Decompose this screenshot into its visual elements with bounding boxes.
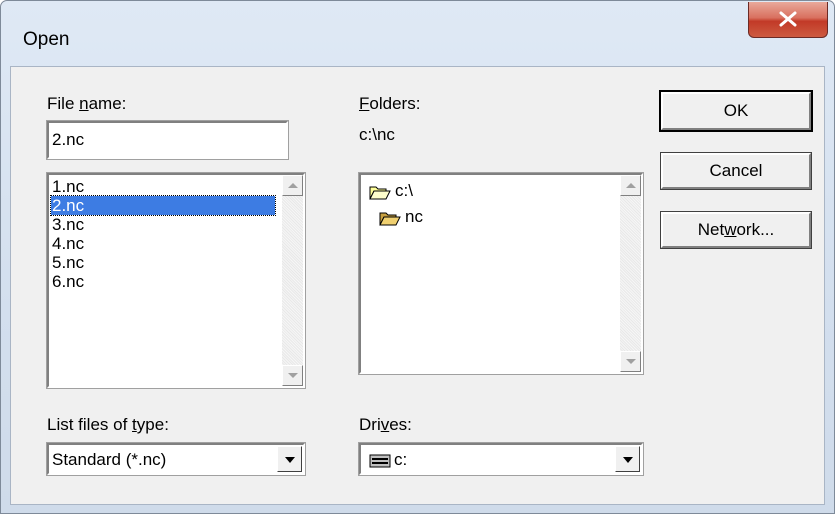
scroll-up-button[interactable] <box>620 175 641 196</box>
chevron-down-icon <box>623 457 633 463</box>
drive-dropdown-button[interactable] <box>615 446 640 472</box>
folder-item-root[interactable]: c:\ <box>369 180 413 202</box>
folder-tree[interactable]: c:\ nc <box>358 172 644 375</box>
drive-icon <box>369 454 391 468</box>
arrow-down-icon <box>288 373 298 378</box>
drive-select[interactable]: c: <box>358 442 644 476</box>
file-name-input[interactable] <box>52 130 277 150</box>
file-type-select[interactable]: Standard (*.nc) <box>46 442 306 476</box>
list-item[interactable]: 4.nc <box>51 234 84 253</box>
list-item[interactable]: 5.nc <box>51 253 84 272</box>
arrow-up-icon <box>288 183 298 188</box>
folder-tree-scrollbar[interactable] <box>620 175 641 372</box>
drive-value: c: <box>369 450 407 470</box>
list-item[interactable]: 6.nc <box>51 272 84 291</box>
file-type-dropdown-button[interactable] <box>277 446 302 472</box>
dialog-client-area: File name: Folders: c:\nc 1.nc2.nc3.nc4.… <box>10 66 825 505</box>
close-button[interactable] <box>748 2 828 38</box>
cancel-button[interactable]: Cancel <box>660 152 812 190</box>
arrow-down-icon <box>626 359 636 364</box>
file-list[interactable]: 1.nc 2.nc 3.nc 4.nc 5.nc 6.nc <box>46 172 306 389</box>
chevron-down-icon <box>285 457 295 463</box>
file-list-scrollbar[interactable] <box>282 175 303 386</box>
list-item[interactable]: 2.nc <box>50 195 276 216</box>
file-name-field[interactable] <box>46 120 289 160</box>
ok-button[interactable]: OK <box>659 90 813 132</box>
file-name-label: File name: <box>47 94 127 113</box>
scroll-down-button[interactable] <box>282 365 303 386</box>
current-folder-path: c:\nc <box>359 125 395 144</box>
list-item[interactable]: 1.nc <box>51 177 84 196</box>
scroll-up-button[interactable] <box>282 175 303 196</box>
folder-item-nc[interactable]: nc <box>379 206 423 228</box>
open-folder-icon <box>369 186 391 200</box>
scroll-down-button[interactable] <box>620 351 641 372</box>
open-dialog-window: Open File name: Folders: c:\nc 1.nc2.nc3… <box>0 0 835 514</box>
network-button[interactable]: Network... <box>660 211 812 249</box>
close-icon <box>779 11 797 27</box>
arrow-up-icon <box>626 183 636 188</box>
open-folder-icon <box>379 212 401 226</box>
list-item[interactable]: 3.nc <box>51 215 84 234</box>
window-title: Open <box>23 29 70 50</box>
folders-label: Folders: <box>359 94 421 113</box>
file-type-value: Standard (*.nc) <box>52 450 167 469</box>
drives-label: Drives: <box>359 415 412 434</box>
file-type-label: List files of type: <box>47 415 169 434</box>
